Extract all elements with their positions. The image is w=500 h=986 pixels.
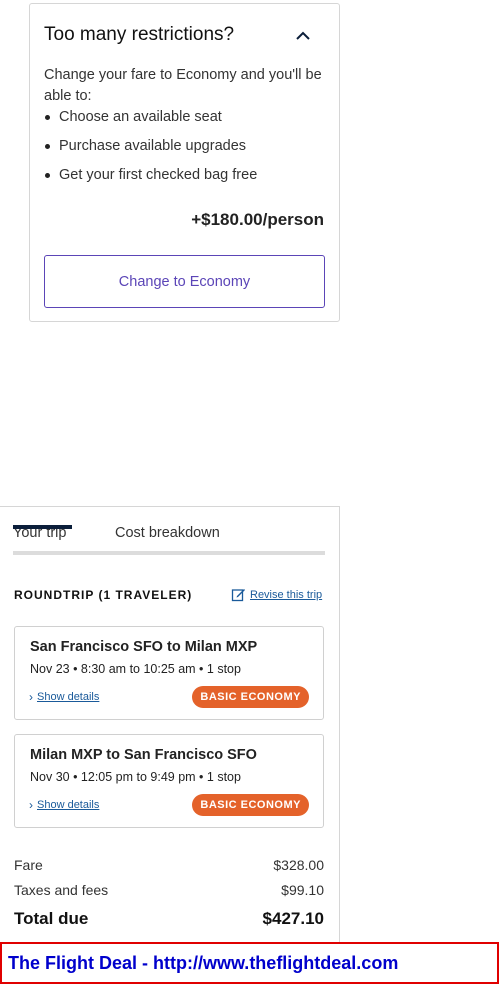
edit-icon <box>231 589 245 602</box>
active-tab-indicator <box>13 525 72 529</box>
segment-times: Nov 30 • 12:05 pm to 9:49 pm • 1 stop <box>30 770 241 784</box>
fare-label: Fare <box>14 857 43 873</box>
fare-value: $328.00 <box>273 857 324 873</box>
restrictions-card: Too many restrictions? Change your fare … <box>29 3 340 322</box>
chevron-right-icon: › <box>29 690 33 704</box>
show-details-label[interactable]: Show details <box>37 691 99 703</box>
taxes-value: $99.10 <box>281 882 324 898</box>
segment-route: Milan MXP to San Francisco SFO <box>30 747 257 763</box>
chevron-right-icon: › <box>29 798 33 812</box>
tab-cost-breakdown[interactable]: Cost breakdown <box>115 525 220 541</box>
total-value: $427.10 <box>262 909 324 928</box>
trip-tabs: Your trip Cost breakdown <box>13 525 325 555</box>
segment-times: Nov 23 • 8:30 am to 10:25 am • 1 stop <box>30 662 241 676</box>
show-details-link[interactable]: › Show details <box>29 798 99 812</box>
flight-segment: Milan MXP to San Francisco SFO Nov 30 • … <box>14 734 324 828</box>
footer-text: The Flight Deal - http://www.theflightde… <box>8 952 399 973</box>
upgrade-price: +$180.00/person <box>191 210 324 229</box>
revise-trip-link[interactable]: Revise this trip <box>231 587 322 602</box>
total-label: Total due <box>14 909 89 928</box>
taxes-row: Taxes and fees $99.10 <box>14 882 324 898</box>
benefit-item: Purchase available upgrades <box>44 136 329 165</box>
restrictions-description: Change your fare to Economy and you'll b… <box>44 67 322 104</box>
benefits-list: Choose an available seat Purchase availa… <box>44 107 329 194</box>
benefit-item: Get your first checked bag free <box>44 165 329 194</box>
fare-row: Fare $328.00 <box>14 857 324 873</box>
roundtrip-label: ROUNDTRIP (1 TRAVELER) <box>14 588 193 602</box>
total-row: Total due $427.10 <box>14 909 324 929</box>
change-to-economy-button[interactable]: Change to Economy <box>44 255 325 308</box>
segment-route: San Francisco SFO to Milan MXP <box>30 639 258 655</box>
footer-banner: The Flight Deal - http://www.theflightde… <box>0 942 499 984</box>
chevron-up-icon <box>296 31 310 40</box>
fare-class-badge: BASIC ECONOMY <box>192 794 309 816</box>
fare-class-badge: BASIC ECONOMY <box>192 686 309 708</box>
collapse-button[interactable] <box>292 24 314 46</box>
flight-segment: San Francisco SFO to Milan MXP Nov 23 • … <box>14 626 324 720</box>
trip-summary-card: Your trip Cost breakdown ROUNDTRIP (1 TR… <box>0 506 340 946</box>
show-details-label[interactable]: Show details <box>37 799 99 811</box>
show-details-link[interactable]: › Show details <box>29 690 99 704</box>
benefit-item: Choose an available seat <box>44 107 329 136</box>
restrictions-title: Too many restrictions? <box>44 24 235 45</box>
revise-trip-label[interactable]: Revise this trip <box>250 589 322 601</box>
taxes-label: Taxes and fees <box>14 882 109 898</box>
